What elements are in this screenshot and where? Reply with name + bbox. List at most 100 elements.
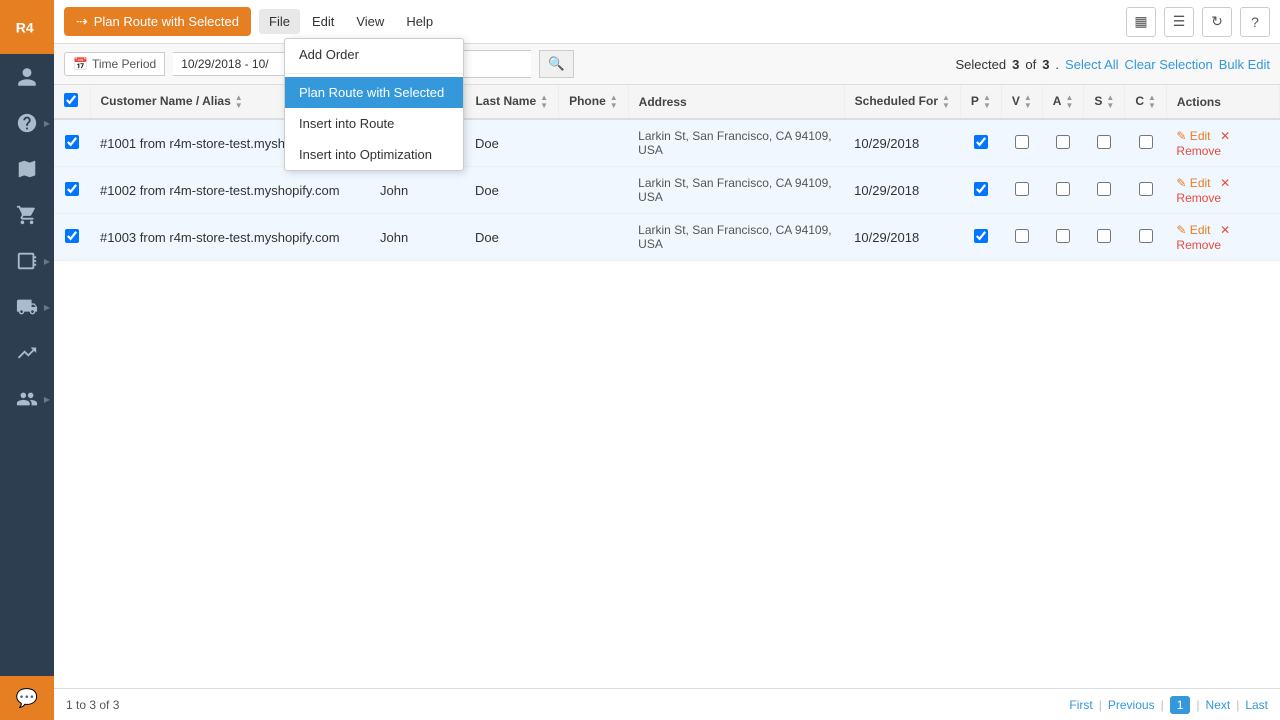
refresh-button[interactable]: ↻ bbox=[1202, 7, 1232, 37]
menu-item-edit[interactable]: Edit bbox=[302, 9, 344, 34]
select-all-checkbox[interactable] bbox=[64, 93, 78, 107]
last-name-cell-1: Doe bbox=[465, 167, 559, 214]
c-flag-checkbox-0[interactable] bbox=[1139, 135, 1153, 149]
first-name-cell-1: John bbox=[370, 167, 465, 214]
grid-view-button[interactable]: ▦ bbox=[1126, 7, 1156, 37]
p-flag-checkbox-1[interactable] bbox=[974, 182, 988, 196]
th-scheduled_for[interactable]: Scheduled For▲▼ bbox=[844, 85, 960, 119]
sidebar-bottom: 💬 bbox=[0, 676, 54, 720]
sidebar-analytics[interactable] bbox=[0, 238, 54, 284]
c-flag-checkbox-2[interactable] bbox=[1139, 229, 1153, 243]
edit-button-0[interactable]: ✎ Edit bbox=[1176, 129, 1210, 143]
edit-button-1[interactable]: ✎ Edit bbox=[1176, 176, 1210, 190]
pagination-last[interactable]: Last bbox=[1245, 698, 1268, 712]
v-flag-checkbox-0[interactable] bbox=[1015, 135, 1029, 149]
customer-name-cell-1: #1002 from r4m-store-test.myshopify.com bbox=[90, 167, 370, 214]
sidebar-truck[interactable] bbox=[0, 284, 54, 330]
c-flag-cell-1 bbox=[1125, 167, 1167, 214]
customer-name-cell-2: #1003 from r4m-store-test.myshopify.com bbox=[90, 214, 370, 261]
dropdown-item-0[interactable]: Add Order bbox=[285, 39, 463, 70]
row-checkbox-1[interactable] bbox=[65, 182, 79, 196]
p-flag-checkbox-0[interactable] bbox=[974, 135, 988, 149]
th-c[interactable]: C▲▼ bbox=[1125, 85, 1167, 119]
s-flag-checkbox-0[interactable] bbox=[1097, 135, 1111, 149]
bulk-edit-link[interactable]: Bulk Edit bbox=[1219, 57, 1270, 72]
dropdown-separator bbox=[285, 73, 463, 74]
p-flag-checkbox-2[interactable] bbox=[974, 229, 988, 243]
pagination-prev[interactable]: Previous bbox=[1108, 698, 1155, 712]
s-flag-checkbox-2[interactable] bbox=[1097, 229, 1111, 243]
list-view-button[interactable]: ☰ bbox=[1164, 7, 1194, 37]
th-a[interactable]: A▲▼ bbox=[1042, 85, 1084, 119]
sidebar-users[interactable] bbox=[0, 54, 54, 100]
a-flag-cell-0 bbox=[1042, 119, 1084, 167]
table-row: #1003 from r4m-store-test.myshopify.comJ… bbox=[54, 214, 1280, 261]
edit-button-2[interactable]: ✎ Edit bbox=[1176, 223, 1210, 237]
table-row: #1001 from r4m-store-test.myshopify.comJ… bbox=[54, 119, 1280, 167]
th-p[interactable]: P▲▼ bbox=[960, 85, 1001, 119]
menu-item-view[interactable]: View bbox=[346, 9, 394, 34]
th-v[interactable]: V▲▼ bbox=[1001, 85, 1042, 119]
row-checkbox-2[interactable] bbox=[65, 229, 79, 243]
a-flag-checkbox-0[interactable] bbox=[1056, 135, 1070, 149]
pagination-current: 1 bbox=[1170, 696, 1191, 714]
phone-cell-2 bbox=[559, 214, 629, 261]
a-flag-cell-2 bbox=[1042, 214, 1084, 261]
p-flag-cell-1 bbox=[960, 167, 1001, 214]
v-flag-cell-1 bbox=[1001, 167, 1042, 214]
menu-item-file[interactable]: File bbox=[259, 9, 300, 34]
phone-cell-0 bbox=[559, 119, 629, 167]
help-button[interactable]: ? bbox=[1240, 7, 1270, 37]
chat-button[interactable]: 💬 bbox=[0, 676, 54, 720]
first-name-cell-2: John bbox=[370, 214, 465, 261]
table-row: #1002 from r4m-store-test.myshopify.comJ… bbox=[54, 167, 1280, 214]
a-flag-checkbox-1[interactable] bbox=[1056, 182, 1070, 196]
pagination: First | Previous | 1 | Next | Last bbox=[1069, 696, 1268, 714]
a-flag-checkbox-2[interactable] bbox=[1056, 229, 1070, 243]
select-all-link[interactable]: Select All bbox=[1065, 57, 1118, 72]
row-checkbox-cell-1 bbox=[54, 167, 90, 214]
v-flag-checkbox-2[interactable] bbox=[1015, 229, 1029, 243]
menu-item-help[interactable]: Help bbox=[396, 9, 443, 34]
sidebar-routes[interactable] bbox=[0, 146, 54, 192]
row-checkbox-0[interactable] bbox=[65, 135, 79, 149]
v-flag-cell-2 bbox=[1001, 214, 1042, 261]
pagination-next[interactable]: Next bbox=[1206, 698, 1231, 712]
of-text: of bbox=[1025, 57, 1036, 72]
search-button[interactable]: 🔍 bbox=[539, 50, 574, 78]
sort-arrows-v: ▲▼ bbox=[1024, 94, 1032, 110]
clear-selection-link[interactable]: Clear Selection bbox=[1125, 57, 1213, 72]
s-flag-cell-0 bbox=[1084, 119, 1125, 167]
plan-route-label: Plan Route with Selected bbox=[94, 14, 239, 29]
scheduled-for-cell-1: 10/29/2018 bbox=[844, 167, 960, 214]
sidebar-logo[interactable]: R4 bbox=[0, 0, 54, 54]
c-flag-checkbox-1[interactable] bbox=[1139, 182, 1153, 196]
time-period-label: 📅 Time Period bbox=[64, 52, 165, 76]
a-flag-cell-1 bbox=[1042, 167, 1084, 214]
s-flag-checkbox-1[interactable] bbox=[1097, 182, 1111, 196]
pagination-first[interactable]: First bbox=[1069, 698, 1092, 712]
th-last_name[interactable]: Last Name▲▼ bbox=[465, 85, 559, 119]
sort-arrows-last_name: ▲▼ bbox=[540, 94, 548, 110]
range-text: 1 to 3 of 3 bbox=[66, 698, 119, 712]
dropdown-item-3[interactable]: Insert into Optimization bbox=[285, 139, 463, 170]
p-flag-cell-0 bbox=[960, 119, 1001, 167]
row-checkbox-cell-2 bbox=[54, 214, 90, 261]
address-cell-1: Larkin St, San Francisco, CA 94109, USA bbox=[628, 167, 844, 214]
search-icon: 🔍 bbox=[548, 56, 565, 72]
sidebar-team[interactable] bbox=[0, 376, 54, 422]
dropdown-item-1[interactable]: Plan Route with Selected bbox=[285, 77, 463, 108]
th-phone[interactable]: Phone▲▼ bbox=[559, 85, 629, 119]
sidebar-chart[interactable] bbox=[0, 330, 54, 376]
sidebar-cart[interactable] bbox=[0, 192, 54, 238]
v-flag-checkbox-1[interactable] bbox=[1015, 182, 1029, 196]
calendar-icon: 📅 bbox=[73, 57, 88, 71]
sort-arrows-customer: ▲▼ bbox=[235, 94, 243, 110]
dropdown-item-2[interactable]: Insert into Route bbox=[285, 108, 463, 139]
actions-cell-2: ✎ Edit ✕ Remove bbox=[1166, 214, 1279, 261]
sidebar-help[interactable] bbox=[0, 100, 54, 146]
th-actions: Actions bbox=[1166, 85, 1279, 119]
plan-route-button[interactable]: ⇢ Plan Route with Selected bbox=[64, 7, 251, 36]
th-address: Address bbox=[628, 85, 844, 119]
th-s[interactable]: S▲▼ bbox=[1084, 85, 1125, 119]
